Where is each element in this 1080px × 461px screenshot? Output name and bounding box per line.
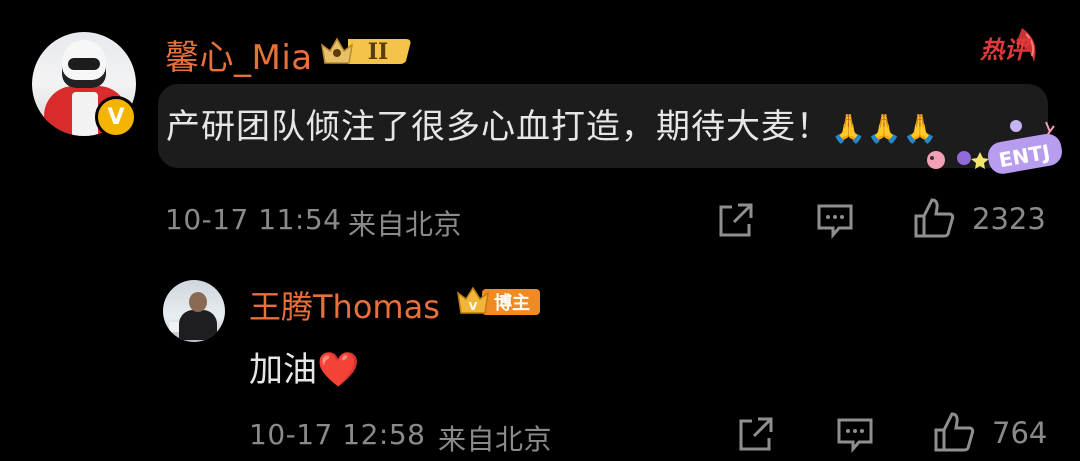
thumbs-up-icon[interactable] xyxy=(932,410,976,454)
verified-v-icon: V xyxy=(95,96,137,138)
entj-sticker: ENTJ xyxy=(924,118,1064,178)
comment-icon[interactable] xyxy=(835,414,875,454)
hot-label: 热评 xyxy=(979,36,1032,64)
pray-emoji: 🙏🙏🙏 xyxy=(831,112,939,145)
svg-text:V: V xyxy=(469,300,478,313)
reply-like-count: 764 xyxy=(992,416,1048,450)
comment-body: 产研团队倾注了很多心血打造，期待大麦！ xyxy=(166,107,831,147)
like-count: 2323 xyxy=(972,202,1046,236)
heart-emoji: ❤️ xyxy=(317,350,360,390)
level-label: II xyxy=(368,39,389,65)
reply-text: 加油❤️ xyxy=(249,342,359,391)
crown-icon: II xyxy=(320,37,411,65)
share-icon[interactable] xyxy=(736,414,776,454)
thumbs-up-icon[interactable] xyxy=(912,196,956,240)
reply-body: 加油 xyxy=(249,350,317,390)
comment-text: 产研团队倾注了很多心血打造，期待大麦！🙏🙏🙏 xyxy=(166,99,939,148)
blogger-label: 博主 xyxy=(494,292,530,314)
comment-location: 来自北京 xyxy=(348,208,463,241)
replier-username[interactable]: 王腾Thomas xyxy=(249,282,440,328)
comment-timestamp: 10-17 11:54 xyxy=(165,203,342,236)
commenter-username[interactable]: 馨心_Mia xyxy=(165,30,313,79)
reply-timestamp: 10-17 12:58 xyxy=(249,418,426,451)
blogger-badge: V 博主 xyxy=(456,285,540,317)
hot-comment-badge: 热评 xyxy=(976,26,1042,68)
reply-location: 来自北京 xyxy=(438,423,553,456)
level-badge: II xyxy=(318,33,414,67)
replier-avatar[interactable] xyxy=(163,280,225,342)
share-icon[interactable] xyxy=(716,200,756,240)
comment-icon[interactable] xyxy=(815,200,855,240)
